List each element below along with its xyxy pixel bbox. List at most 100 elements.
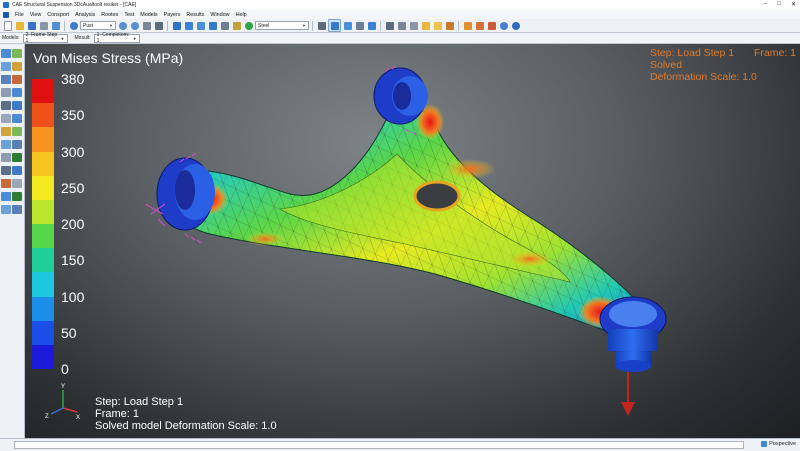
load-arrow[interactable] [621,372,635,416]
triad-y-label: Y [61,384,65,390]
legend-band [32,320,54,346]
palette-job-tool[interactable] [1,114,11,123]
minimize-button[interactable]: – [764,1,767,8]
palette-part-tool[interactable] [1,49,11,58]
view-side-button[interactable] [207,20,218,31]
pan-icon [69,21,78,30]
palette-probe-tool[interactable] [1,140,11,149]
palette-path-tool[interactable] [1,153,11,162]
close-button[interactable]: ✕ [791,1,796,8]
menu-bar: File View Consport Analysis Rootes Test … [0,10,800,19]
model-viewport[interactable]: Von Mises Stress (MPa) 380 350 300 250 200 15… [25,44,800,438]
arrow-left-icon [463,21,472,30]
menu-payers[interactable]: Payers [164,12,181,18]
palette-report-tool[interactable] [12,166,22,175]
palette-load-tool[interactable] [12,75,22,84]
palette-seed-tool[interactable] [1,101,11,110]
palette-contour-tool[interactable] [12,127,22,136]
cube-front-icon [184,21,193,30]
menu-test[interactable]: Test [124,12,134,18]
toolbar-separator [312,20,313,31]
palette-cut-tool[interactable] [12,179,22,188]
palette-options-tool[interactable] [12,205,22,214]
new-file-button[interactable] [2,20,13,31]
palette-color-tool[interactable] [1,192,11,201]
run-icon [244,21,253,30]
shade-button[interactable] [231,20,242,31]
palette-assembly-tool[interactable] [1,62,11,71]
menu-view[interactable]: View [30,12,42,18]
save-button[interactable] [26,20,37,31]
export-button[interactable] [50,20,61,31]
cube-side-icon [208,21,217,30]
menu-results[interactable]: Results [186,12,204,18]
palette-query-tool[interactable] [12,140,22,149]
palette-render-tool[interactable] [1,205,11,214]
palette-interaction-tool[interactable] [1,75,11,84]
view-front-button[interactable] [183,20,194,31]
open-button[interactable] [14,20,25,31]
view-mode-indicator[interactable]: Pospective [761,441,796,447]
palette-section-tool[interactable] [1,179,11,188]
down-button[interactable] [474,20,485,31]
run-button[interactable] [243,20,254,31]
view-iso-button[interactable] [171,20,182,31]
palette-property-tool[interactable] [12,49,22,58]
highlight-button[interactable] [328,19,341,32]
command-input[interactable] [14,441,744,449]
rotate-button[interactable] [141,20,152,31]
palette-monitor-tool[interactable] [12,114,22,123]
control-arm-model[interactable] [25,44,800,438]
view-combo[interactable]: Pust ▼ [80,21,116,30]
palette-element-tool[interactable] [12,101,22,110]
load-button[interactable] [408,20,419,31]
folder-button[interactable] [420,20,431,31]
top-frame-label: Frame: 1 [754,47,797,59]
contour-button[interactable] [366,20,377,31]
palette-viz-tool[interactable] [1,127,11,136]
ball-joint[interactable] [599,296,667,372]
grid-button[interactable] [354,20,365,31]
menu-window[interactable]: Window [210,12,229,18]
toolbar-separator [380,20,381,31]
layout-button[interactable] [342,20,353,31]
info-button[interactable] [498,20,509,31]
zoom-in-button[interactable] [117,20,128,31]
app-icon [3,2,9,8]
palette-anim-tool[interactable] [1,166,11,175]
scale-button[interactable] [316,20,327,31]
move-button[interactable] [384,20,395,31]
back-button[interactable] [462,20,473,31]
palette-xy-tool[interactable] [12,153,22,162]
open-results-button[interactable] [432,20,443,31]
zoom-out-button[interactable] [129,20,140,31]
menu-models[interactable]: Models [140,12,157,18]
menu-rootes[interactable]: Rootes [101,12,118,18]
help-button[interactable] [510,20,521,31]
palette-bc-tool[interactable] [1,88,11,97]
triad-x-label: X [76,415,80,421]
pan-button[interactable] [68,20,79,31]
models-combo[interactable]: 2: Frame Step 1 ▼ [22,32,68,44]
camera-icon [761,441,768,447]
mesh-button[interactable] [219,20,230,31]
print-button[interactable] [38,20,49,31]
menu-help[interactable]: Help [236,12,247,18]
probe-button[interactable] [444,20,455,31]
fit-view-button[interactable] [153,20,164,31]
material-combo[interactable]: Steel ▼ [255,21,309,30]
up-button[interactable] [486,20,497,31]
menu-analysis[interactable]: Analysis [75,12,95,18]
palette-display-tool[interactable] [12,192,22,201]
palette-mesh-tool[interactable] [12,88,22,97]
node-button[interactable] [396,20,407,31]
menu-file[interactable]: File [15,12,24,18]
menu-consport[interactable]: Consport [47,12,69,18]
view-top-button[interactable] [195,20,206,31]
grid-icon [355,21,364,30]
mosult-combo[interactable]: 1: Completom: 1 ▼ [93,32,140,44]
probe-icon [445,21,454,30]
palette-step-tool[interactable] [12,62,22,71]
app-menu-icon[interactable] [3,11,9,18]
maximize-button[interactable]: □ [777,1,781,8]
